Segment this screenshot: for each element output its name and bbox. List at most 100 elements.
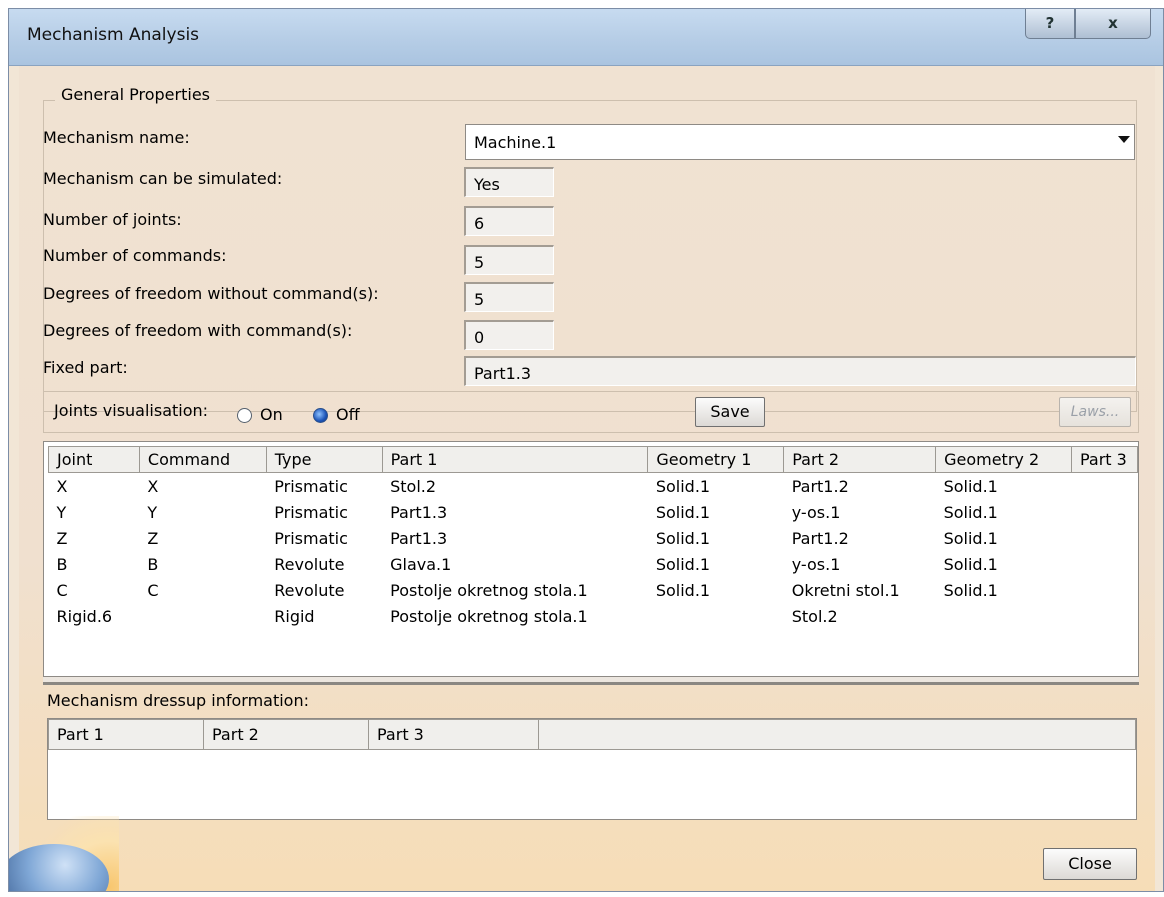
cell-geometry-1: Solid.1 [655, 580, 711, 600]
close-button[interactable]: Close [1043, 848, 1137, 880]
cell-part-3 [1071, 473, 1137, 500]
column-header-type[interactable]: Type [265, 446, 383, 473]
joints-visualisation-label: Joints visualisation: [54, 401, 209, 420]
cell-part-1: Postolje okretnog stola.1 [390, 580, 588, 600]
dressup-label: Mechanism dressup information: [47, 691, 309, 710]
cell-part-2: Part1.2 [791, 476, 849, 496]
cell-part-2: Okretni stol.1 [791, 580, 900, 600]
cell-part-1: Glava.1 [390, 554, 452, 574]
table-row[interactable]: Y Y Prismatic Part1.3 Solid.1 y-os.1 Sol… [49, 499, 1138, 525]
can-simulate-value: Yes [464, 167, 554, 197]
dof-with-commands-label: Degrees of freedom with command(s): [43, 321, 353, 340]
cell-type: Prismatic [274, 528, 348, 548]
cell-part-2: Stol.2 [791, 606, 838, 626]
cell-geometry-2: Solid.1 [943, 554, 998, 574]
column-header-geometry-1[interactable]: Geometry 1 [647, 446, 785, 473]
visualisation-on-radio[interactable] [237, 408, 252, 423]
joints-table-scrollbar[interactable] [43, 677, 1139, 685]
column-header-command[interactable]: Command [138, 446, 267, 473]
mechanism-name-dropdown[interactable]: Machine.1 [465, 124, 1135, 160]
window-title: Mechanism Analysis [27, 25, 200, 45]
cell-joint: C [56, 580, 68, 600]
cell-joint: Y [56, 502, 67, 522]
joints-table: Joint Command Type Part 1 Geometry 1 Par… [48, 446, 1138, 629]
visualisation-off-radio[interactable] [313, 408, 328, 423]
cell-geometry-1: Solid.1 [655, 476, 711, 496]
number-of-commands-label: Number of commands: [43, 246, 227, 265]
cell-type: Prismatic [274, 502, 348, 522]
cell-part-1: Postolje okretnog stola.1 [390, 606, 588, 626]
cell-part-3 [1071, 499, 1137, 525]
cell-geometry-2 [936, 603, 1072, 629]
cell-part-1: Part1.3 [390, 528, 448, 548]
cell-part-2: y-os.1 [791, 502, 841, 522]
dressup-header-empty[interactable] [538, 719, 1136, 750]
cell-geometry-1: Solid.1 [655, 502, 711, 522]
cell-part-3 [1071, 603, 1137, 629]
catia-logo [9, 816, 119, 891]
cell-part-3 [1071, 551, 1137, 577]
number-of-joints-label: Number of joints: [43, 210, 182, 229]
fixed-part-label: Fixed part: [43, 358, 128, 377]
dressup-table-container[interactable]: Part 1 Part 2 Part 3 [47, 718, 1137, 820]
fixed-part-value: Part1.3 [464, 356, 1136, 386]
visualisation-on-label[interactable]: On [260, 405, 283, 424]
cell-command: C [147, 580, 159, 600]
table-row[interactable]: Z Z Prismatic Part1.3 Solid.1 Part1.2 So… [49, 525, 1138, 551]
column-header-part-3[interactable]: Part 3 [1070, 446, 1138, 473]
cell-joint: Rigid.6 [56, 606, 113, 626]
dressup-header-part-3[interactable]: Part 3 [368, 719, 539, 750]
joints-table-container[interactable]: Joint Command Type Part 1 Geometry 1 Par… [43, 441, 1139, 677]
cell-geometry-2: Solid.1 [943, 476, 998, 496]
joints-visualisation-bar: Joints visualisation: On Off Save Laws..… [43, 391, 1139, 433]
cell-command: Y [147, 502, 158, 522]
dialog-content: General Properties Mechanism name: Machi… [9, 66, 1155, 891]
cell-part-3 [1071, 577, 1137, 603]
cell-part-2: y-os.1 [791, 554, 841, 574]
mechanism-name-value: Machine.1 [474, 133, 557, 152]
table-row[interactable]: X X Prismatic Stol.2 Solid.1 Part1.2 Sol… [49, 473, 1138, 500]
cell-command: Z [147, 528, 159, 548]
save-button[interactable]: Save [695, 397, 765, 427]
window-close-button[interactable]: x [1075, 9, 1151, 39]
chevron-down-icon[interactable] [1118, 136, 1130, 143]
cell-geometry-2: Solid.1 [943, 502, 998, 522]
column-header-joint[interactable]: Joint [48, 446, 140, 473]
number-of-commands-value: 5 [464, 245, 554, 275]
mechanism-analysis-dialog: Mechanism Analysis ? x General Propertie… [8, 8, 1164, 892]
column-header-geometry-2[interactable]: Geometry 2 [935, 446, 1072, 473]
can-simulate-label: Mechanism can be simulated: [43, 169, 283, 188]
title-bar[interactable]: Mechanism Analysis ? x [9, 9, 1163, 66]
cell-geometry-1: Solid.1 [655, 528, 711, 548]
cell-type: Revolute [274, 554, 345, 574]
dof-with-commands-value: 0 [464, 320, 554, 350]
cell-geometry-1 [648, 603, 784, 629]
cell-command: X [147, 476, 159, 496]
cell-type: Prismatic [274, 476, 348, 496]
dressup-header-part-1[interactable]: Part 1 [48, 719, 204, 750]
cell-part-3 [1071, 525, 1137, 551]
globe-icon [9, 844, 109, 891]
cell-joint: Z [56, 528, 68, 548]
cell-geometry-2: Solid.1 [943, 528, 998, 548]
table-row[interactable]: C C Revolute Postolje okretnog stola.1 S… [49, 577, 1138, 603]
cell-command [139, 603, 266, 629]
general-properties-legend: General Properties [55, 85, 216, 104]
dressup-table: Part 1 Part 2 Part 3 [48, 719, 1136, 750]
number-of-joints-value: 6 [464, 206, 554, 236]
cell-geometry-2: Solid.1 [943, 580, 998, 600]
column-header-part-2[interactable]: Part 2 [783, 446, 937, 473]
column-header-part-1[interactable]: Part 1 [381, 446, 649, 473]
table-row[interactable]: B B Revolute Glava.1 Solid.1 y-os.1 Soli… [49, 551, 1138, 577]
help-button[interactable]: ? [1025, 9, 1075, 39]
dressup-header-part-2[interactable]: Part 2 [203, 719, 369, 750]
dof-without-commands-value: 5 [464, 282, 554, 312]
cell-part-1: Stol.2 [390, 476, 437, 496]
visualisation-off-label[interactable]: Off [336, 405, 360, 424]
table-row[interactable]: Rigid.6 Rigid Postolje okretnog stola.1 … [49, 603, 1138, 629]
laws-button[interactable]: Laws... [1059, 397, 1131, 427]
cell-joint: X [56, 476, 68, 496]
cell-part-1: Part1.3 [390, 502, 448, 522]
mechanism-name-label: Mechanism name: [43, 128, 190, 147]
cell-joint: B [56, 554, 68, 574]
